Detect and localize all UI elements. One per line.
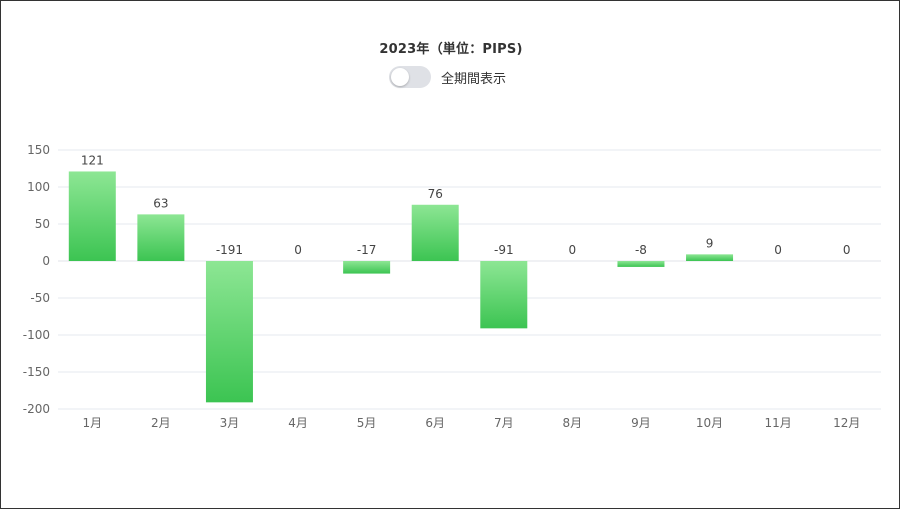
- x-tick-label: 3月: [220, 416, 240, 430]
- x-tick-label: 1月: [82, 416, 102, 430]
- data-label: 0: [843, 243, 851, 257]
- x-tick-label: 9月: [631, 416, 651, 430]
- y-tick-label: 100: [27, 180, 50, 194]
- x-tick-label: 10月: [696, 416, 723, 430]
- bar-chart: 150 100 50 0 -50 -100 -150 -200 121 1月 63 2月 -191 3月 0…: [23, 143, 881, 430]
- data-label: -17: [357, 243, 377, 257]
- bar[interactable]: [686, 254, 734, 261]
- y-tick-label: -100: [23, 328, 50, 342]
- y-tick-label: 150: [27, 143, 50, 157]
- x-tick-label: 4月: [288, 416, 308, 430]
- x-tick-label: 6月: [425, 416, 445, 430]
- x-tick-label: 8月: [563, 416, 583, 430]
- data-label: -8: [635, 243, 647, 257]
- x-tick-label: 12月: [833, 416, 860, 430]
- chart-frame: 2023年（単位：PIPS) 全期間表示 150 100 50 0 -50 -100 -15…: [0, 0, 900, 509]
- data-label: 0: [294, 243, 302, 257]
- data-label: -191: [216, 243, 243, 257]
- bar[interactable]: [343, 261, 391, 274]
- bar[interactable]: [137, 214, 185, 261]
- y-tick-label: 50: [35, 217, 50, 231]
- bar[interactable]: [480, 261, 528, 329]
- data-label: 121: [81, 153, 104, 167]
- x-tick-label: 11月: [764, 416, 791, 430]
- data-label: 9: [706, 236, 714, 250]
- bar[interactable]: [411, 204, 459, 261]
- y-tick-label: -150: [23, 365, 50, 379]
- data-label: -91: [494, 243, 514, 257]
- data-label: 76: [428, 187, 443, 201]
- data-label: 63: [153, 196, 168, 210]
- bar[interactable]: [68, 171, 116, 261]
- data-label: 0: [569, 243, 577, 257]
- y-tick-label: -200: [23, 402, 50, 416]
- y-tick-label: -50: [30, 291, 50, 305]
- y-tick-label: 0: [42, 254, 50, 268]
- x-tick-label: 2月: [151, 416, 171, 430]
- data-label: 0: [774, 243, 782, 257]
- bar[interactable]: [617, 261, 665, 267]
- bar[interactable]: [205, 261, 253, 403]
- x-tick-label: 7月: [494, 416, 514, 430]
- x-tick-label: 5月: [357, 416, 377, 430]
